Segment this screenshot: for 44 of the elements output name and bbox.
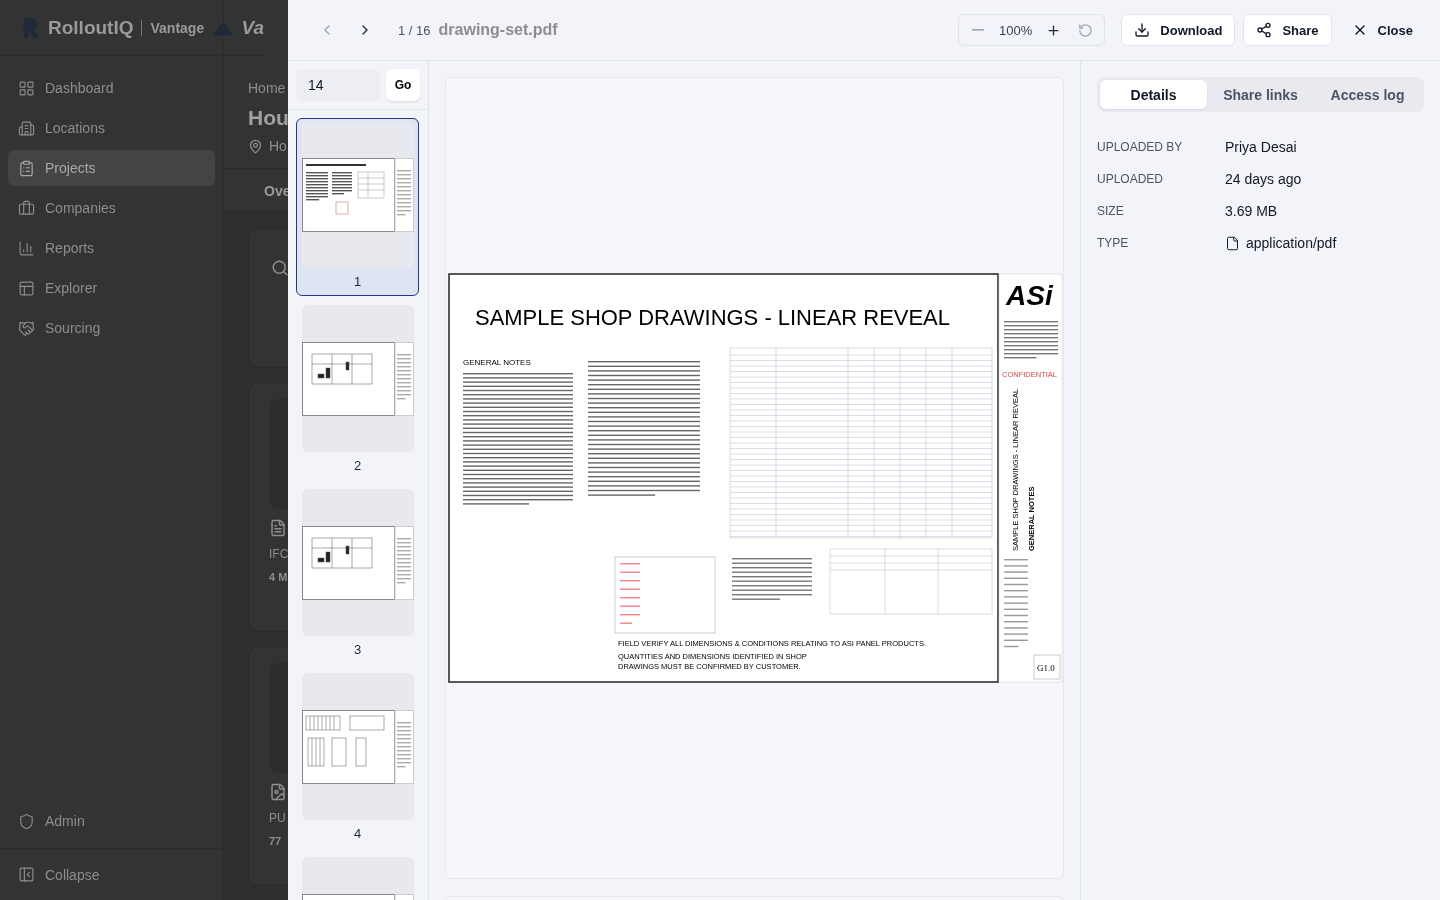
page-number: 4 [353, 826, 362, 841]
brand-logo: Va [241, 16, 264, 39]
nav-item[interactable]: Explorer [8, 270, 215, 306]
nav-item[interactable]: Admin [0, 794, 223, 848]
nav-item[interactable]: Locations [8, 110, 215, 146]
detail-value: 3.69 MB [1225, 202, 1278, 220]
sheet-number: G1.0 [1037, 662, 1055, 673]
detail-value: application/pdf [1246, 234, 1337, 252]
file-name: PU [269, 811, 287, 825]
download-button[interactable]: Download [1121, 14, 1236, 46]
page-thumbnail[interactable]: 1 [296, 118, 419, 296]
file-meta: 4 M [269, 571, 289, 583]
app-logo: RolloutIQ [48, 16, 134, 39]
page-number-field[interactable]: 14 [296, 69, 380, 101]
file-meta: 77 [269, 835, 283, 847]
tab[interactable]: Share links [1207, 80, 1314, 109]
detail-label: UPLOADED [1097, 171, 1165, 188]
nav-item[interactable]: Companies [8, 190, 215, 226]
detail-label: TYPE [1097, 235, 1130, 252]
zoom-level: 100% [998, 22, 1034, 38]
page-counter: 1 / 16 [398, 22, 431, 38]
section-heading: GENERAL NOTES [463, 357, 531, 367]
nav-item[interactable]: Projects [8, 150, 215, 186]
sheet-logo: ASi [1006, 279, 1053, 311]
close-button[interactable]: Close [1339, 14, 1425, 46]
go-button[interactable]: Go [386, 69, 420, 101]
nav-item[interactable]: Dashboard [8, 70, 215, 106]
share-button[interactable]: Share [1243, 14, 1332, 46]
tab[interactable]: Details [1100, 80, 1207, 109]
detail-value: Priya Desai [1225, 138, 1297, 156]
nav-item[interactable]: Reports [8, 230, 215, 266]
detail-value: 24 days ago [1225, 170, 1302, 188]
page-number: 2 [353, 458, 362, 473]
page-number: 1 [353, 274, 362, 289]
file-title: drawing-set.pdf [438, 21, 559, 39]
sheet-title: SAMPLE SHOP DRAWINGS - LINEAR REVEAL [475, 304, 951, 330]
page-number: 3 [353, 642, 362, 657]
detail-label: SIZE [1097, 203, 1125, 220]
location-text: Ho [269, 138, 287, 154]
brand-name: Vantage [141, 19, 205, 36]
nav-item[interactable]: Sourcing [8, 310, 215, 346]
detail-label: UPLOADED BY [1097, 139, 1184, 156]
collapse-button[interactable]: Collapse [0, 848, 223, 900]
tab[interactable]: Access log [1314, 80, 1421, 109]
